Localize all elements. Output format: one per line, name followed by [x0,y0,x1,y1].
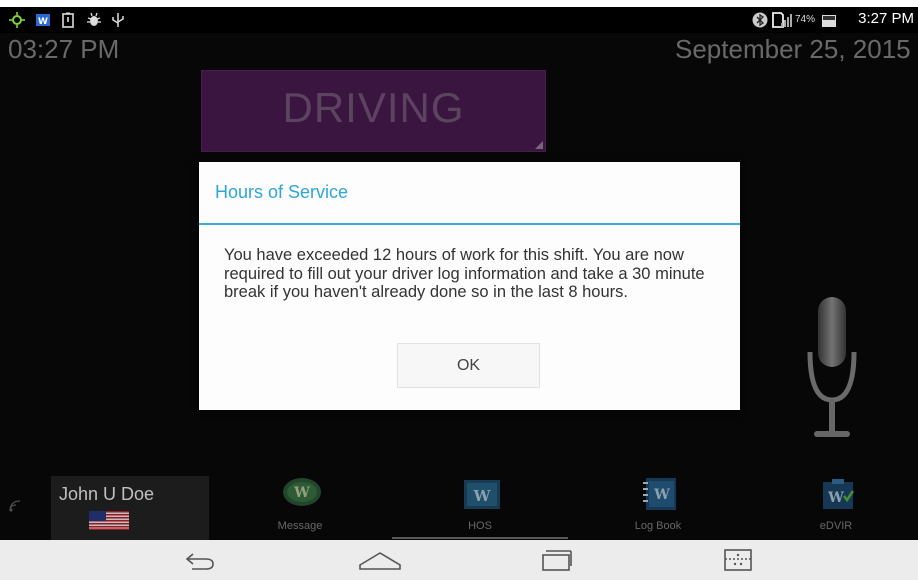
home-icon[interactable] [358,548,402,572]
battery-icon [822,15,836,27]
menu-icon[interactable] [722,548,754,572]
ok-button[interactable]: OK [397,343,540,388]
dialog-title: Hours of Service [215,182,349,202]
bug-icon [87,12,101,26]
battery-alert-icon [62,12,74,28]
battery-percent: 74% [795,14,816,25]
status-bar: W 74% 3:27 PM [0,7,918,33]
back-icon[interactable] [184,548,216,572]
tablet-screen: W 74% 3:27 PM 03:27 PM September 25, 201… [0,7,918,540]
dialog-title-divider [199,223,740,225]
svg-text:W: W [38,17,48,27]
status-bar-time: 3:27 PM [858,10,914,27]
signal-icon [781,14,792,27]
recents-icon[interactable] [541,548,573,572]
dialog-message: You have exceeded 12 hours of work for t… [224,246,705,301]
bluetooth-icon [752,12,768,28]
app-w-icon: W [36,14,50,27]
navigation-bar [0,540,918,580]
brightness-icon [9,12,25,28]
hours-of-service-dialog: Hours of Service You have exceeded 12 ho… [199,162,740,410]
usb-icon [112,13,124,27]
